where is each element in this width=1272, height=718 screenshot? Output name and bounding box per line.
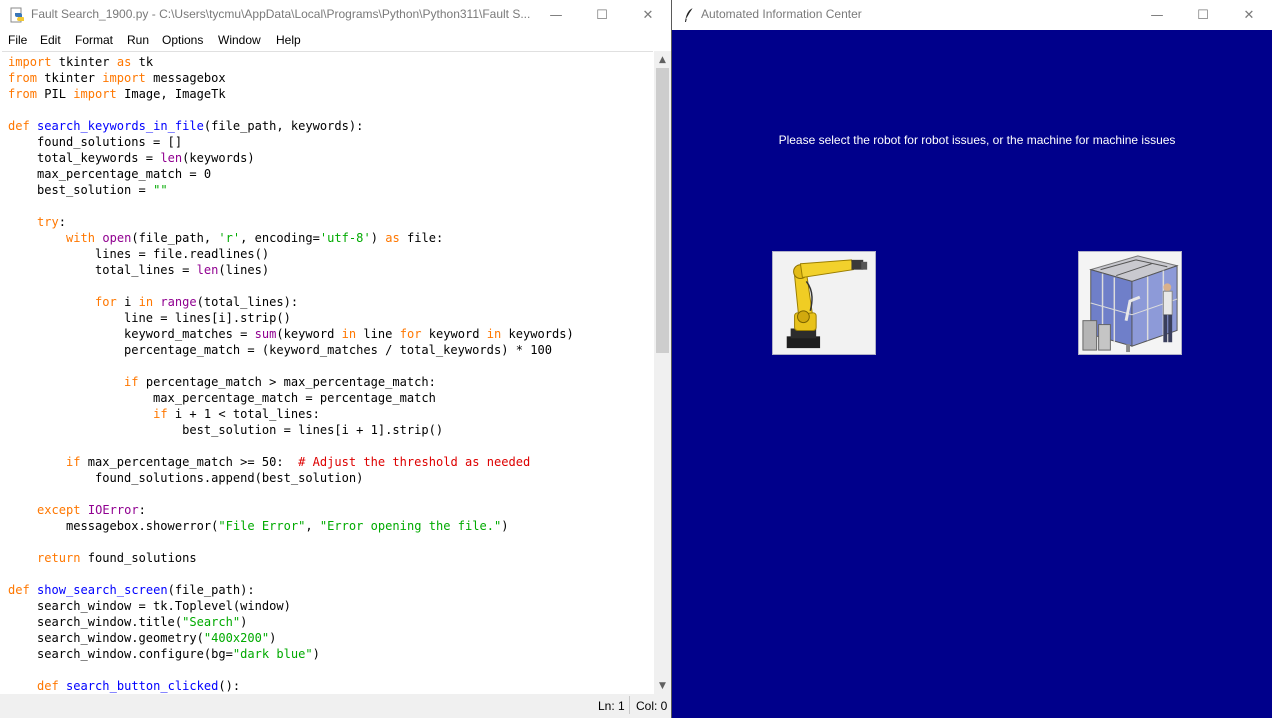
app-close-button[interactable]: ✕ [1226, 0, 1272, 30]
robot-button[interactable] [772, 251, 876, 355]
status-separator [629, 696, 630, 714]
minimize-button[interactable]: — [533, 0, 579, 30]
app-minimize-button[interactable]: — [1134, 0, 1180, 30]
maximize-button[interactable]: ☐ [579, 0, 625, 30]
app-window: Automated Information Center — ☐ ✕ Pleas… [672, 0, 1272, 718]
code-editor[interactable]: import tkinter as tk from tkinter import… [2, 51, 653, 695]
menu-edit[interactable]: Edit [40, 33, 61, 47]
app-maximize-button[interactable]: ☐ [1180, 0, 1226, 30]
scrollbar-thumb[interactable] [656, 68, 669, 353]
vertical-scrollbar[interactable]: ▲ ▼ [654, 51, 671, 694]
app-title-bar[interactable]: Automated Information Center — ☐ ✕ [672, 0, 1272, 30]
menu-options[interactable]: Options [162, 33, 203, 47]
menu-bar: File Edit Format Run Options Window Help [0, 30, 671, 50]
menu-window[interactable]: Window [218, 33, 261, 47]
code-text: import tkinter as tk from tkinter import… [8, 55, 574, 693]
menu-run[interactable]: Run [127, 33, 149, 47]
scroll-up-arrow-icon[interactable]: ▲ [654, 51, 671, 68]
app-window-title: Automated Information Center [701, 7, 862, 21]
idle-title-bar[interactable]: Fault Search_1900.py - C:\Users\tycmu\Ap… [0, 0, 671, 30]
machine-button[interactable] [1078, 251, 1182, 355]
status-line: Ln: 1 [598, 699, 625, 713]
menu-help[interactable]: Help [276, 33, 301, 47]
industrial-robot-arm-icon [773, 252, 875, 354]
close-button[interactable]: ✕ [625, 0, 671, 30]
tk-feather-icon [685, 7, 694, 22]
python-file-icon [10, 7, 24, 23]
idle-editor-window: Fault Search_1900.py - C:\Users\tycmu\Ap… [0, 0, 671, 718]
instruction-label: Please select the robot for robot issues… [778, 133, 1176, 147]
scroll-down-arrow-icon[interactable]: ▼ [654, 677, 671, 694]
menu-format[interactable]: Format [75, 33, 113, 47]
status-bar: Ln: 1 Col: 0 [0, 694, 671, 718]
status-column: Col: 0 [636, 699, 668, 713]
machine-cell-icon [1079, 252, 1181, 354]
window-title: Fault Search_1900.py - C:\Users\tycmu\Ap… [31, 7, 531, 21]
menu-file[interactable]: File [8, 33, 27, 47]
